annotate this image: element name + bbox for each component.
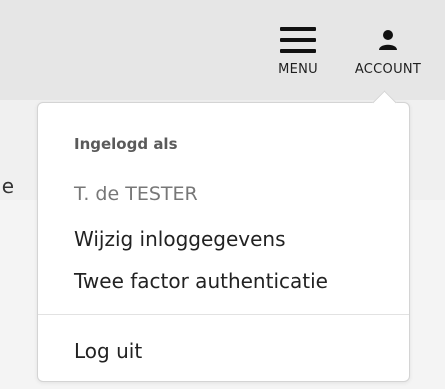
menu-button[interactable]: MENU — [271, 22, 325, 77]
menu-label: MENU — [278, 62, 318, 77]
two-factor-auth-link[interactable]: Twee factor authenticatie — [74, 269, 328, 293]
user-icon — [370, 22, 406, 58]
account-button[interactable]: ACCOUNT — [346, 22, 430, 77]
dropdown-divider — [38, 314, 409, 315]
logged-in-as-heading: Ingelogd als — [74, 135, 178, 153]
change-credentials-link[interactable]: Wijzig inloggegevens — [74, 227, 286, 251]
logout-link[interactable]: Log uit — [74, 339, 142, 363]
account-label: ACCOUNT — [354, 62, 422, 77]
account-dropdown: Ingelogd als T. de TESTER Wijzig inlogge… — [37, 90, 410, 382]
current-user-name: T. de TESTER — [74, 183, 198, 205]
hamburger-menu-icon — [280, 22, 316, 58]
background-text-fragment: e — [1, 174, 14, 198]
